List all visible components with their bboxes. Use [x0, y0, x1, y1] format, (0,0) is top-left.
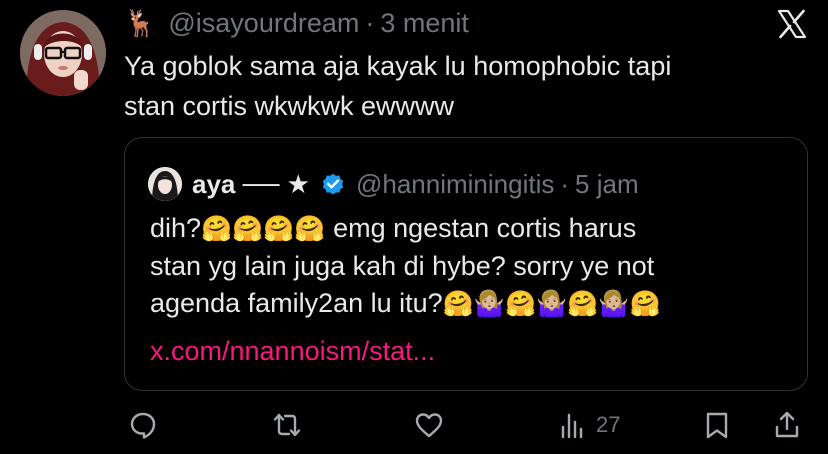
quoted-text-emoji: 🤗🤗🤗🤗: [201, 215, 326, 243]
quoted-text-line: dih?🤗🤗🤗🤗 emg ngestan cortis harus: [150, 210, 790, 248]
quoted-tweet-header: aya ── ★ @hanniminingitis · 5 jam: [148, 166, 639, 202]
quoted-tweet-timestamp[interactable]: 5 jam: [575, 169, 639, 200]
deer-emoji: 🦌: [124, 8, 157, 38]
quoted-tweet-link[interactable]: x.com/nnannoism/stat...: [150, 333, 435, 370]
share-icon: [775, 411, 799, 438]
quoted-text-line: stan yg lain juga kah di hybe? sorry ye …: [150, 251, 655, 281]
views-button[interactable]: 27: [558, 410, 620, 440]
quoted-text-emoji: 🤗🤷🏼‍♀️🤗🤷🏼‍♀️🤗🤷🏼‍♀️🤗: [442, 290, 661, 318]
reply-icon: [130, 412, 156, 439]
repost-icon: [273, 413, 301, 437]
views-count: 27: [596, 412, 621, 437]
tweet-header: 🦌 @isayourdream · 3 menit: [124, 4, 469, 42]
quoted-text-segment: dih?: [150, 213, 202, 243]
like-button[interactable]: [414, 410, 444, 440]
repost-button[interactable]: [272, 410, 302, 440]
author-avatar[interactable]: [20, 10, 106, 96]
views-icon: [561, 413, 583, 439]
quoted-tweet-text: dih?🤗🤗🤗🤗 emg ngestan cortis harus stan y…: [150, 210, 790, 323]
tweet-text-line: Ya goblok sama aja kayak lu homophobic t…: [124, 51, 672, 81]
bookmark-button[interactable]: [702, 410, 732, 440]
tweet-text: Ya goblok sama aja kayak lu homophobic t…: [124, 46, 804, 126]
quoted-text-segment: emg ngestan cortis harus: [325, 213, 637, 243]
heart-icon: [415, 413, 443, 438]
verified-badge-icon: [322, 173, 344, 195]
tweet-timestamp[interactable]: 3 menit: [380, 8, 469, 39]
bookmark-icon: [706, 412, 728, 439]
quoted-author-handle[interactable]: @hanniminingitis: [356, 169, 554, 200]
author-handle[interactable]: @isayourdream: [168, 8, 359, 39]
tweet-text-line: stan cortis wkwkwk ewwww: [124, 91, 455, 121]
reply-button[interactable]: [128, 410, 158, 440]
quoted-text-line: agenda family2an lu itu?🤗🤷🏼‍♀️🤗🤷🏼‍♀️🤗🤷🏼‍…: [150, 285, 790, 323]
quoted-avatar-image: [148, 167, 182, 201]
quoted-author-name[interactable]: aya ── ★: [192, 169, 310, 200]
quoted-author-avatar: [148, 167, 182, 201]
separator-dot: ·: [560, 168, 570, 199]
share-button[interactable]: [772, 410, 802, 440]
quoted-text-segment: agenda family2an lu itu?: [150, 288, 443, 318]
author-avatar-image: [20, 10, 106, 96]
x-logo-icon[interactable]: [776, 8, 808, 40]
tweet-action-bar: 27: [0, 404, 828, 448]
separator-dot: ·: [365, 7, 375, 38]
